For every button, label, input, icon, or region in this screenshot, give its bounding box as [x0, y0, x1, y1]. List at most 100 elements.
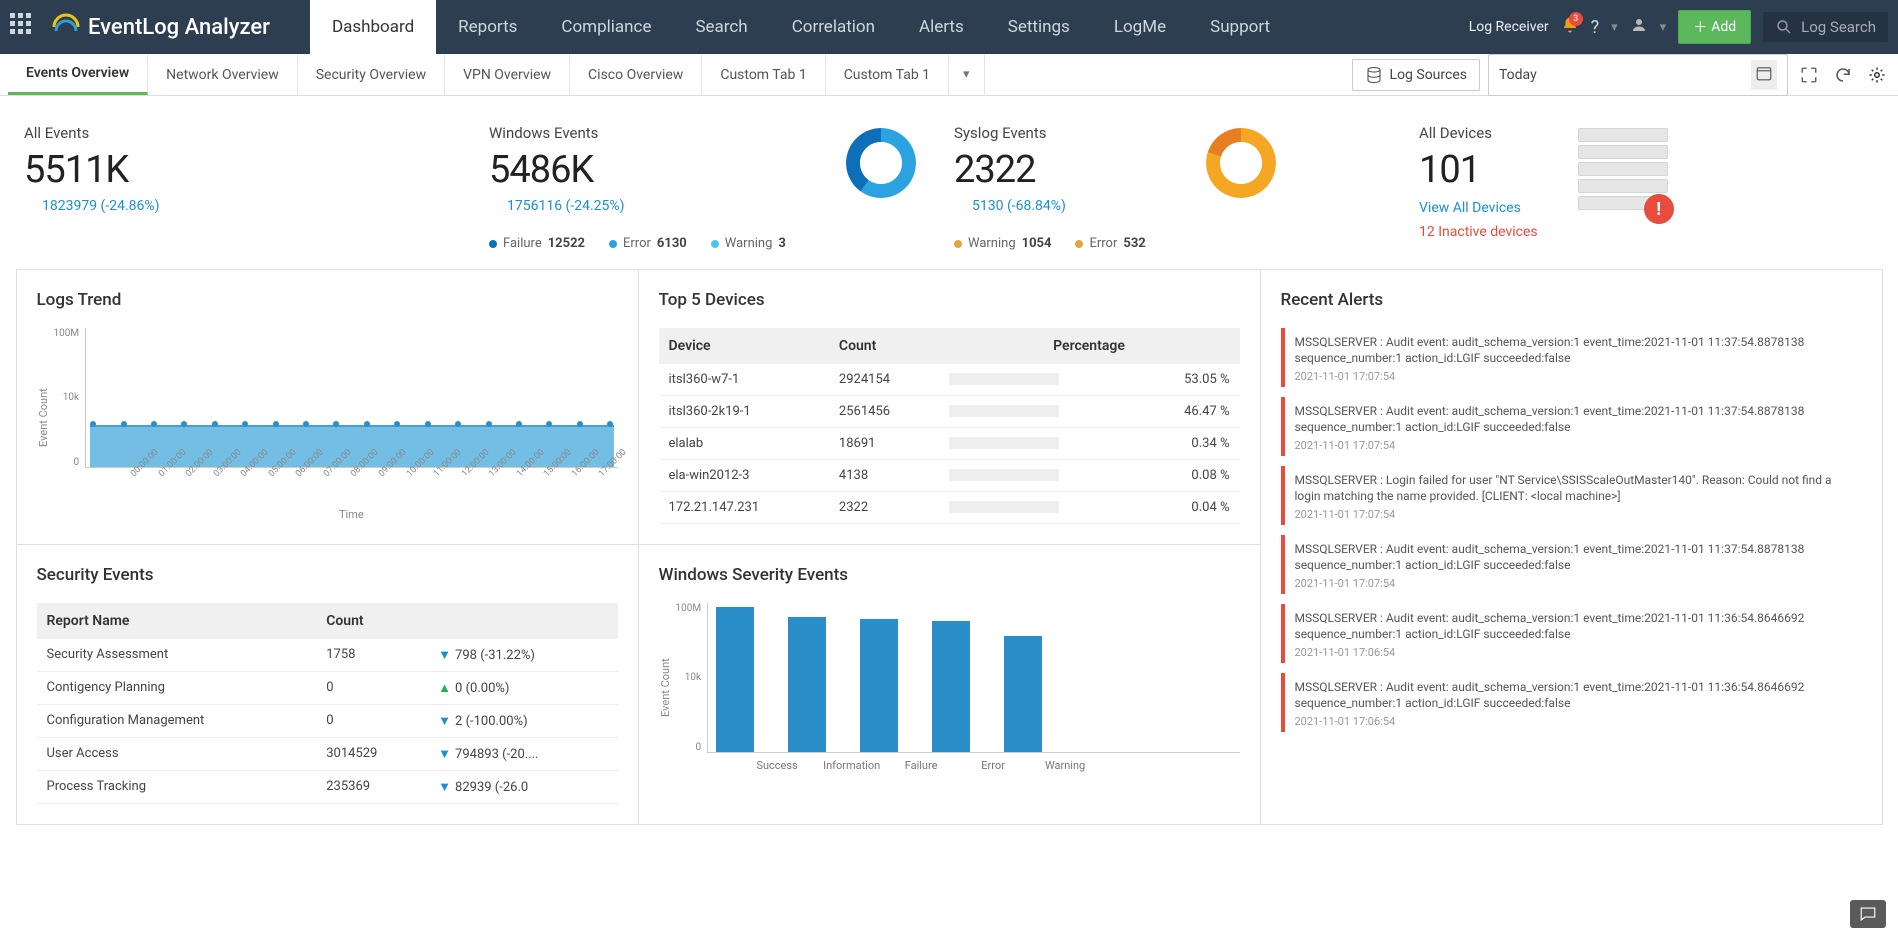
kpi-all-devices: All Devices 101 View All Devices 12 Inac…: [1419, 124, 1874, 251]
table-row[interactable]: ela-win2012-3 4138 0.08 %: [659, 459, 1240, 491]
table-row[interactable]: 172.21.147.231 2322 0.04 %: [659, 491, 1240, 523]
subtab-security-overview[interactable]: Security Overview: [298, 54, 445, 95]
tab-support[interactable]: Support: [1188, 0, 1292, 54]
sec-delta-cell: 0 (0.00%): [428, 671, 617, 704]
kpi-syslog-delta[interactable]: 5130 (-68.84%): [954, 198, 1146, 214]
subtab-more-button[interactable]: ▾: [949, 54, 985, 95]
kpi-row: All Events 5511K 1823979 (-24.86%) Windo…: [0, 96, 1898, 269]
pct-bar-cell: [939, 491, 1139, 523]
log-sources-button[interactable]: Log Sources: [1352, 59, 1480, 91]
logs-trend-plot: [85, 328, 617, 468]
legend-error[interactable]: Error 6130: [609, 236, 687, 251]
alert-time: 2021-11-01 17:07:54: [1295, 508, 1852, 521]
severity-bar[interactable]: [788, 617, 826, 752]
inactive-devices-link[interactable]: 12 Inactive devices: [1419, 224, 1538, 240]
table-row[interactable]: Process Tracking 235369 82939 (-26.0: [37, 770, 618, 803]
date-range-picker[interactable]: Today: [1488, 54, 1788, 96]
alert-badge-icon: !: [1644, 194, 1674, 224]
security-events-table: Report Name Count Security Assessment 17…: [37, 603, 618, 804]
logs-trend-yticks: 100M 10k 0: [54, 328, 86, 468]
severity-bar[interactable]: [860, 619, 898, 751]
alert-item[interactable]: MSSQLSERVER : Audit event: audit_schema_…: [1281, 673, 1862, 732]
kpi-all-events-delta[interactable]: 1823979 (-24.86%): [24, 198, 479, 214]
sec-count-cell: 0: [316, 704, 428, 737]
alert-item[interactable]: MSSQLSERVER : Login failed for user "NT …: [1281, 466, 1862, 525]
table-row[interactable]: Security Assessment 1758 798 (-31.22%): [37, 639, 618, 672]
kpi-all-events-value: 5511K: [24, 148, 479, 192]
kpi-windows-delta[interactable]: 1756116 (-24.25%): [489, 198, 786, 214]
search-placeholder: Log Search: [1801, 18, 1876, 36]
panel-security-events: Security Events Report Name Count Securi…: [16, 544, 639, 825]
y-axis-label: Event Count: [37, 328, 50, 508]
subtab-cisco-overview[interactable]: Cisco Overview: [570, 54, 702, 95]
count-cell: 4138: [829, 459, 939, 491]
subtab-events-overview[interactable]: Events Overview: [8, 54, 148, 95]
log-receiver-link[interactable]: Log Receiver: [1469, 19, 1549, 35]
pct-cell: 0.34 %: [1139, 427, 1240, 459]
tab-compliance[interactable]: Compliance: [539, 0, 673, 54]
subtab-vpn-overview[interactable]: VPN Overview: [445, 54, 570, 95]
sec-delta-cell: 798 (-31.22%): [428, 639, 617, 672]
product-logo[interactable]: EventLog Analyzer: [50, 11, 270, 43]
tab-dashboard[interactable]: Dashboard: [310, 0, 436, 54]
alert-text: MSSQLSERVER : Audit event: audit_schema_…: [1295, 679, 1852, 711]
legend-syslog-error[interactable]: Error 532: [1075, 236, 1145, 251]
database-icon: [1365, 66, 1383, 84]
table-row[interactable]: elalab 18691 0.34 %: [659, 427, 1240, 459]
alert-item[interactable]: MSSQLSERVER : Audit event: audit_schema_…: [1281, 604, 1862, 663]
syslog-donut-chart[interactable]: [1206, 128, 1276, 198]
sec-count-cell: 1758: [316, 639, 428, 672]
subtab-custom-2[interactable]: Custom Tab 1: [826, 54, 949, 95]
apps-grid-icon[interactable]: [10, 13, 38, 41]
table-row[interactable]: Configuration Management 0 2 (-100.00%): [37, 704, 618, 737]
severity-bar[interactable]: [932, 621, 970, 751]
notifications-button[interactable]: 3: [1561, 16, 1579, 38]
alert-text: MSSQLSERVER : Audit event: audit_schema_…: [1295, 403, 1852, 435]
expand-icon: [1800, 66, 1818, 84]
tab-settings[interactable]: Settings: [986, 0, 1092, 54]
settings-gear-button[interactable]: [1864, 62, 1890, 88]
fullscreen-button[interactable]: [1796, 62, 1822, 88]
alert-item[interactable]: MSSQLSERVER : Audit event: audit_schema_…: [1281, 397, 1862, 456]
legend-failure[interactable]: Failure 12522: [489, 236, 585, 251]
subtab-network-overview[interactable]: Network Overview: [148, 54, 298, 95]
user-menu-button[interactable]: [1630, 16, 1648, 39]
alert-item[interactable]: MSSQLSERVER : Audit event: audit_schema_…: [1281, 535, 1862, 594]
kpi-windows-value: 5486K: [489, 148, 786, 192]
refresh-button[interactable]: [1830, 62, 1856, 88]
severity-bar[interactable]: [1004, 636, 1042, 752]
sec-delta-cell: 2 (-100.00%): [428, 704, 617, 737]
wse-plot[interactable]: [707, 603, 1239, 753]
windows-donut-chart[interactable]: [846, 128, 916, 198]
table-row[interactable]: User Access 3014529 794893 (-20....: [37, 737, 618, 770]
add-button[interactable]: ＋ Add: [1678, 10, 1751, 44]
table-row[interactable]: Contigency Planning 0 0 (0.00%): [37, 671, 618, 704]
log-search-input[interactable]: Log Search: [1763, 12, 1888, 42]
pct-bar-cell: [939, 459, 1139, 491]
count-cell: 2322: [829, 491, 939, 523]
severity-bar[interactable]: [716, 607, 754, 751]
kpi-syslog-events: Syslog Events 2322 5130 (-68.84%) Warnin…: [954, 124, 1409, 251]
chat-button[interactable]: [1850, 900, 1886, 928]
tab-alerts[interactable]: Alerts: [897, 0, 986, 54]
logs-trend-chart[interactable]: Event Count 100M 10k 0 00:00:0001:00:000…: [37, 328, 618, 508]
tab-logme[interactable]: LogMe: [1092, 0, 1188, 54]
count-cell: 18691: [829, 427, 939, 459]
table-row[interactable]: itsl360-w7-1 2924154 53.05 %: [659, 364, 1240, 396]
th-sec-delta: [428, 603, 617, 639]
tab-search[interactable]: Search: [673, 0, 769, 54]
tab-reports[interactable]: Reports: [436, 0, 539, 54]
kpi-syslog-legend: Warning 1054 Error 532: [954, 236, 1146, 251]
table-row[interactable]: itsl360-2k19-1 2561456 46.47 %: [659, 395, 1240, 427]
subtab-custom-1[interactable]: Custom Tab 1: [702, 54, 825, 95]
legend-warning[interactable]: Warning 3: [711, 236, 786, 251]
view-all-devices-link[interactable]: View All Devices: [1419, 200, 1538, 216]
kpi-syslog-value: 2322: [954, 148, 1146, 192]
alert-item[interactable]: MSSQLSERVER : Audit event: audit_schema_…: [1281, 328, 1862, 387]
panel-security-title: Security Events: [37, 565, 618, 585]
tab-correlation[interactable]: Correlation: [770, 0, 897, 54]
legend-syslog-warning[interactable]: Warning 1054: [954, 236, 1051, 251]
x-tick: Success: [751, 759, 803, 772]
help-button[interactable]: ?: [1591, 17, 1600, 38]
top-right-controls: Log Receiver 3 ? ▾ ▾ ＋ Add Log Search: [1469, 10, 1888, 44]
